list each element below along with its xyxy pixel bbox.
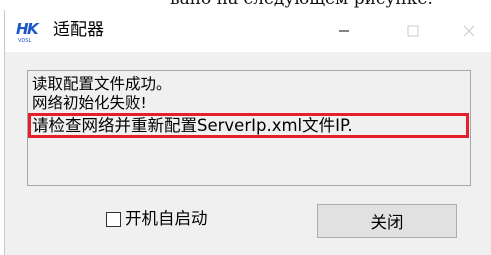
checkbox-box[interactable] [106,211,121,227]
svg-text:K: K [27,20,40,38]
close-icon [463,25,475,37]
svg-text:VDSL: VDSL [18,38,31,43]
message-network-failed: 网络初始化失败! [32,94,147,112]
minimize-icon [339,30,349,32]
message-config-read: 读取配置文件成功。 [32,75,172,93]
title-bar: H K VDSL 适配器 [5,10,491,52]
status-message-box: 读取配置文件成功。 网络初始化失败! 请检查网络并重新配置ServerIp.xm… [27,70,471,186]
window-title: 适配器 [53,20,104,40]
maximize-icon [407,25,419,37]
background-caption-text: вано на следующем рисунке. [170,0,433,8]
autostart-label: 开机自启动 [125,209,208,228]
app-logo-icon: H K VDSL [16,20,40,43]
adapter-dialog: H K VDSL 适配器 读取配置文件成功。 网络初始化失败! 请检查网络并重新… [4,10,491,255]
close-window-button[interactable] [446,10,491,52]
minimize-button[interactable] [321,10,367,52]
background-caption-strip: вано на следующем рисунке. [0,0,491,10]
maximize-button[interactable] [390,10,436,52]
highlight-frame [28,113,469,138]
close-button[interactable]: 关闭 [317,204,457,238]
autostart-checkbox[interactable]: 开机自启动 [106,207,208,231]
